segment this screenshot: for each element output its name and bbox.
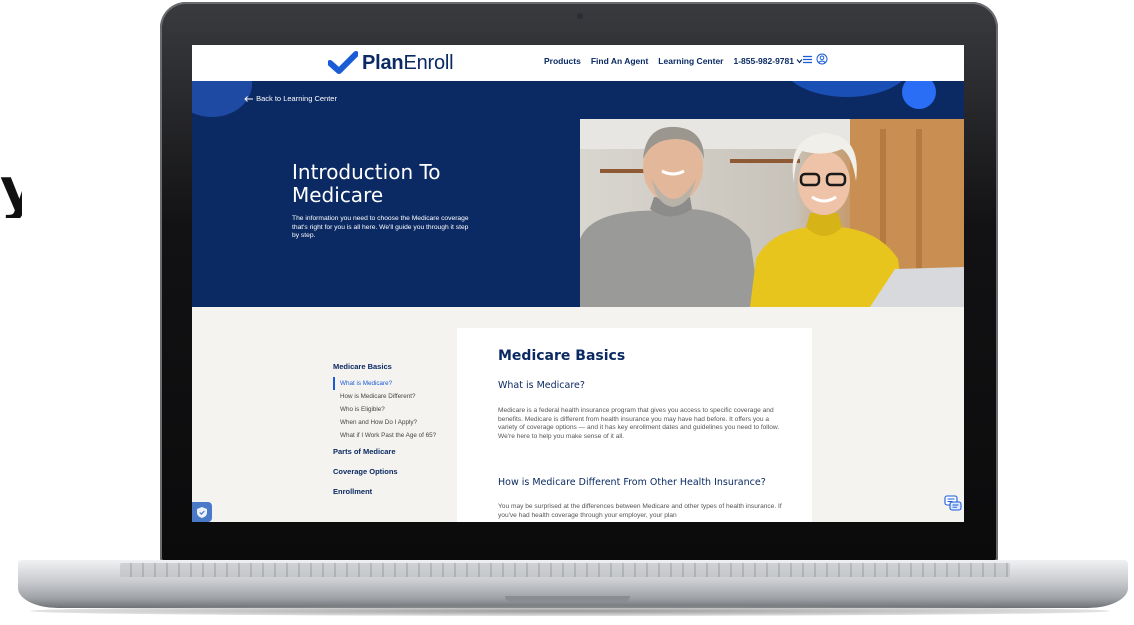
section-heading-what-is-medicare: What is Medicare? [498, 380, 585, 391]
chat-button[interactable] [942, 492, 964, 514]
privacy-shield-button[interactable] [192, 502, 212, 522]
hero-banner: Back to Learning Center Introduction To … [192, 81, 964, 307]
sidebar-section-medicare-basics[interactable]: Medicare Basics [333, 357, 463, 377]
sidebar-item-what-is-medicare[interactable]: What is Medicare? [333, 377, 463, 390]
hero-decor-circle [782, 81, 912, 97]
user-icon[interactable] [816, 53, 828, 65]
nav-icons [802, 53, 828, 65]
nav-learning-center[interactable]: Learning Center [658, 56, 723, 66]
planenroll-logo[interactable]: PlanEnroll [328, 51, 454, 75]
article-card: Medicare Basics What is Medicare? Medica… [457, 328, 812, 522]
article-heading: Medicare Basics [498, 348, 626, 364]
laptop-screen: PlanEnroll Products Find An Agent Learni… [192, 45, 964, 522]
sidebar-item-how-different[interactable]: How is Medicare Different? [333, 390, 463, 403]
sidebar-section-parts-of-medicare[interactable]: Parts of Medicare [333, 442, 463, 462]
nav-phone-number: 1-855-982-9781 [733, 56, 794, 66]
laptop-notch [505, 596, 630, 602]
sidebar-item-work-past-65[interactable]: What if I Work Past the Age of 65? [333, 429, 463, 442]
logo-text: PlanEnroll [362, 51, 454, 74]
nav-products[interactable]: Products [544, 56, 581, 66]
back-link-label: Back to Learning Center [256, 94, 337, 103]
paragraph-what-is-medicare: Medicare is a federal health insurance p… [498, 407, 780, 440]
page-title: Introduction To Medicare [292, 160, 441, 207]
shield-icon [197, 506, 207, 518]
hero-decor-circle [902, 81, 936, 109]
nav-links: Products Find An Agent Learning Center 1… [544, 56, 803, 66]
laptop-shadow [30, 606, 1110, 616]
laptop-keyboard-edge [120, 563, 1010, 577]
chat-icon [944, 494, 962, 511]
laptop-camera [577, 13, 583, 19]
edge-letter: y [0, 160, 22, 218]
article-sidebar: Medicare Basics What is Medicare? How is… [333, 357, 463, 502]
sidebar-section-coverage-options[interactable]: Coverage Options [333, 462, 463, 482]
sidebar-section-enrollment[interactable]: Enrollment [333, 482, 463, 502]
nav-find-an-agent[interactable]: Find An Agent [591, 56, 648, 66]
hero-photo [580, 119, 964, 307]
sidebar-item-who-eligible[interactable]: Who is Eligible? [333, 403, 463, 416]
hero-decor-circle [192, 81, 252, 117]
check-logo-icon [328, 51, 358, 74]
sidebar-item-when-how-apply[interactable]: When and How Do I Apply? [333, 416, 463, 429]
paragraph-how-different: You may be surprised at the differences … [498, 503, 782, 519]
section-heading-how-different: How is Medicare Different From Other Hea… [498, 477, 766, 488]
back-to-learning-center-link[interactable]: Back to Learning Center [244, 94, 337, 103]
arrow-left-icon [244, 96, 253, 102]
top-navigation: PlanEnroll Products Find An Agent Learni… [192, 45, 964, 81]
menu-icon[interactable] [802, 54, 813, 65]
page-subtitle: The information you need to choose the M… [292, 215, 469, 240]
nav-phone[interactable]: 1-855-982-9781 [733, 56, 803, 66]
